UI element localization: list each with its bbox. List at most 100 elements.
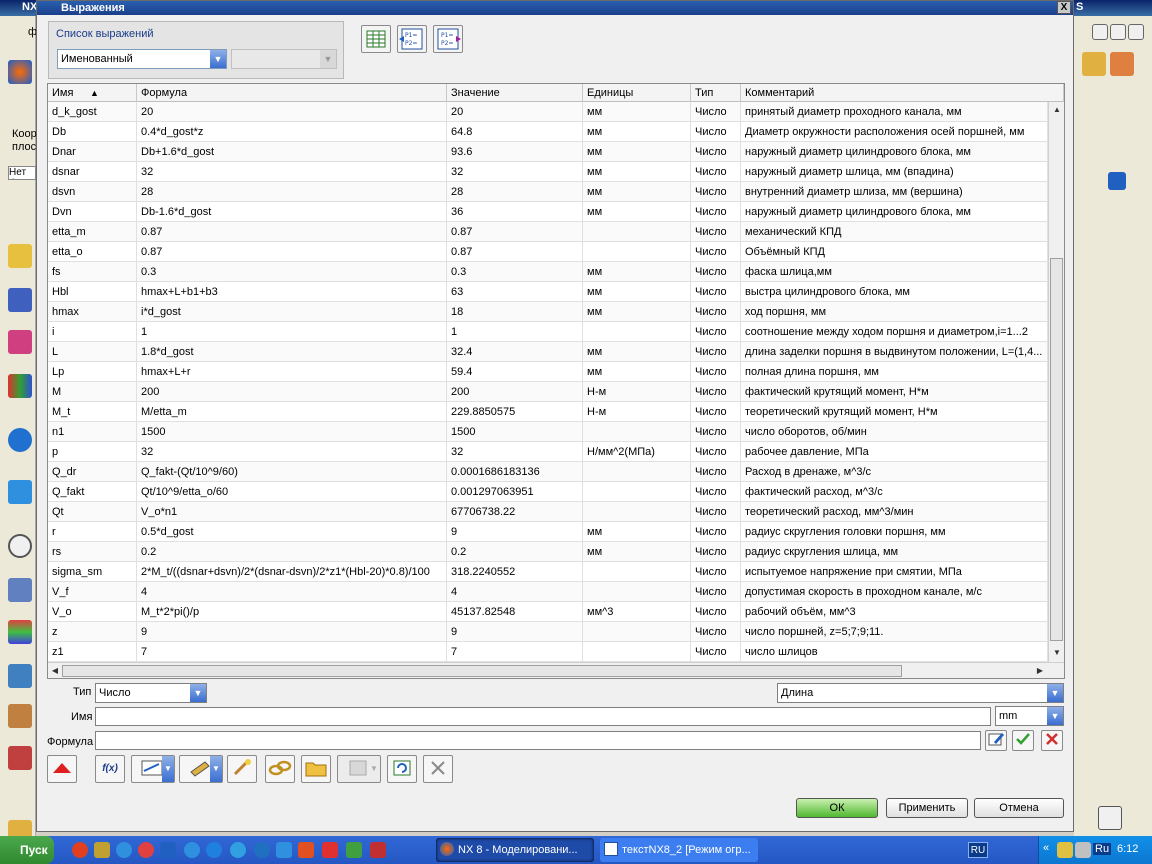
refresh-values-button[interactable] xyxy=(387,755,417,783)
table-row[interactable]: dsvn 28 28 мм Число внутренний диаметр шлиза,… xyxy=(48,182,1048,202)
ok-button[interactable]: ОК xyxy=(796,798,878,818)
measure-icon[interactable] xyxy=(1082,52,1106,76)
table-row[interactable]: M_t M/etta_m 229.8850575 Н-м Число теоретичес… xyxy=(48,402,1048,422)
table-row[interactable]: V_o M_t*2*pi()/p 45137.82548 мм^3 Число рабоч… xyxy=(48,602,1048,622)
constraint-icon[interactable] xyxy=(8,288,32,312)
quick-launch-icon-13[interactable] xyxy=(346,842,362,858)
quick-launch-icon-4[interactable] xyxy=(138,842,154,858)
table-row[interactable]: Qt V_o*n1 67706738.22 Число теоретический ра… xyxy=(48,502,1048,522)
language-indicator[interactable]: RU xyxy=(968,842,988,858)
dialog-titlebar[interactable]: Выражения X xyxy=(37,1,1073,15)
assembly-icon[interactable] xyxy=(8,244,32,268)
scroll-up-icon[interactable]: ▲ xyxy=(1051,104,1063,116)
table-row[interactable]: Dnar Db+1.6*d_gost 93.6 мм Число наружный диа… xyxy=(48,142,1048,162)
table-row[interactable]: V_f 4 4 Число допустимая скорость в проходно… xyxy=(48,582,1048,602)
units-dropdown[interactable]: mm ▼ xyxy=(995,706,1064,726)
visualization-icon[interactable] xyxy=(8,746,32,770)
open-part-button[interactable] xyxy=(301,755,331,783)
close-window-icon[interactable] xyxy=(1128,24,1144,40)
column-header-name[interactable]: Имя ▲ xyxy=(48,84,137,102)
tray-language[interactable]: Ru xyxy=(1093,843,1112,855)
history-icon[interactable] xyxy=(8,534,32,558)
quick-launch-icon-3[interactable] xyxy=(116,842,132,858)
chevron-down-icon[interactable]: ▼ xyxy=(190,684,206,702)
table-row[interactable]: p 32 32 Н/мм^2(МПа) Число рабочее давление, М… xyxy=(48,442,1048,462)
view-icon[interactable] xyxy=(1108,172,1126,190)
reference-button[interactable]: ▼ xyxy=(179,755,223,783)
table-row[interactable]: L 1.8*d_gost 32.4 мм Число длина заделки порш… xyxy=(48,342,1048,362)
quick-launch-icon-12[interactable] xyxy=(322,842,338,858)
chevron-down-icon[interactable]: ▼ xyxy=(1047,707,1063,725)
quick-launch-icon-10[interactable] xyxy=(276,842,292,858)
quick-launch-icon-9[interactable] xyxy=(254,842,270,858)
table-row[interactable]: etta_m 0.87 0.87 Число механический КПД xyxy=(48,222,1048,242)
palette-icon[interactable] xyxy=(8,620,32,644)
table-row[interactable]: n1 1500 1500 Число число оборотов, об/мин xyxy=(48,422,1048,442)
ruler-icon[interactable] xyxy=(1110,52,1134,76)
export-expressions-button[interactable]: P1= P2= xyxy=(433,25,463,53)
reuse-library-icon[interactable] xyxy=(8,374,32,398)
tools-icon[interactable] xyxy=(8,664,32,688)
edit-interpart-button[interactable] xyxy=(265,755,295,783)
column-header-type[interactable]: Тип xyxy=(691,84,741,102)
table-row[interactable]: hmax i*d_gost 18 мм Число ход поршня, мм xyxy=(48,302,1048,322)
reject-edit-button[interactable] xyxy=(1041,730,1063,751)
create-interpart-button[interactable] xyxy=(227,755,257,783)
table-row[interactable]: r 0.5*d_gost 9 мм Число радиус скругления гол… xyxy=(48,522,1048,542)
name-input[interactable] xyxy=(95,707,991,726)
taskbar-app-word[interactable]: текстNX8_2 [Режим огр... xyxy=(600,838,758,862)
table-row[interactable]: z1 7 7 Число число шлицов xyxy=(48,642,1048,662)
edit-formula-button[interactable] xyxy=(985,730,1007,751)
start-button[interactable]: Пуск xyxy=(0,836,54,864)
chevron-down-icon[interactable]: ▼ xyxy=(162,756,174,782)
table-row[interactable]: dsnar 32 32 мм Число наружный диаметр шлица, … xyxy=(48,162,1048,182)
chevron-down-icon[interactable]: ▼ xyxy=(210,756,222,782)
table-row[interactable]: Q_dr Q_fakt-(Qt/10^9/60) 0.0001686183136 Чи… xyxy=(48,462,1048,482)
dialog-close-button[interactable]: X xyxy=(1057,1,1071,14)
table-row[interactable]: Db 0.4*d_gost*z 64.8 мм Число Диаметр окружно… xyxy=(48,122,1048,142)
table-row[interactable]: Dvn Db-1.6*d_gost 36 мм Число наружный диамет… xyxy=(48,202,1048,222)
table-row[interactable]: M 200 200 Н-м Число фактический крутящий моме… xyxy=(48,382,1048,402)
delete-expression-button[interactable] xyxy=(423,755,453,783)
table-row[interactable]: z 9 9 Число число поршней, z=5;7;9;11. xyxy=(48,622,1048,642)
table-row[interactable]: Lp hmax+L+r 59.4 мм Число полная длина поршня… xyxy=(48,362,1048,382)
quick-launch-icon-8[interactable] xyxy=(230,842,246,858)
table-row[interactable]: sigma_sm 2*M_t/((dsnar+dsvn)/2*(dsnar-dsv… xyxy=(48,562,1048,582)
list-type-dropdown[interactable]: Именованный ▼ xyxy=(57,49,227,69)
table-row[interactable]: Q_fakt Qt/10^9/etta_o/60 0.001297063951 Чис… xyxy=(48,482,1048,502)
collapse-section-button[interactable] xyxy=(47,755,77,783)
table-row[interactable]: rs 0.2 0.2 мм Число радиус скругления шлица, … xyxy=(48,542,1048,562)
vertical-scroll-thumb[interactable] xyxy=(1050,258,1063,641)
quick-launch-icon-7[interactable] xyxy=(206,842,222,858)
snap-icon[interactable] xyxy=(1098,806,1122,830)
system-materials-icon[interactable] xyxy=(8,578,32,602)
tray-icon-1[interactable] xyxy=(1057,842,1073,858)
measure-distance-button[interactable]: ▼ xyxy=(131,755,175,783)
column-header-formula[interactable]: Формула xyxy=(137,84,447,102)
roles-icon[interactable] xyxy=(8,704,32,728)
scroll-down-icon[interactable]: ▼ xyxy=(1051,647,1063,659)
horizontal-scrollbar[interactable]: ◀ ▶ xyxy=(48,662,1064,678)
quick-launch-icon-1[interactable] xyxy=(72,842,88,858)
table-row[interactable]: Hbl hmax+L+b1+b3 63 мм Число выстра цилиндров… xyxy=(48,282,1048,302)
part-navigator-icon[interactable] xyxy=(8,330,32,354)
accept-edit-button[interactable] xyxy=(1012,730,1034,751)
quick-launch-icon-11[interactable] xyxy=(298,842,314,858)
tray-icon-2[interactable] xyxy=(1075,842,1091,858)
minimize-icon[interactable] xyxy=(1092,24,1108,40)
formula-input[interactable] xyxy=(95,731,981,750)
apply-button[interactable]: Применить xyxy=(886,798,968,818)
quick-launch-icon-5[interactable] xyxy=(160,842,176,858)
info-icon[interactable] xyxy=(8,428,32,452)
table-row[interactable]: i 1 1 Число соотношение между ходом поршня и… xyxy=(48,322,1048,342)
import-expressions-button[interactable]: P1= P2= xyxy=(397,25,427,53)
table-row[interactable]: etta_o 0.87 0.87 Число Объёмный КПД xyxy=(48,242,1048,262)
column-header-value[interactable]: Значение xyxy=(447,84,583,102)
chevron-down-icon[interactable]: ▼ xyxy=(210,50,226,68)
cancel-button[interactable]: Отмена xyxy=(974,798,1064,818)
restore-icon[interactable] xyxy=(1110,24,1126,40)
type-dropdown[interactable]: Число ▼ xyxy=(95,683,207,703)
column-header-units[interactable]: Единицы xyxy=(583,84,691,102)
tray-expand-icon[interactable]: « xyxy=(1043,842,1049,854)
scroll-left-icon[interactable]: ◀ xyxy=(49,665,61,677)
